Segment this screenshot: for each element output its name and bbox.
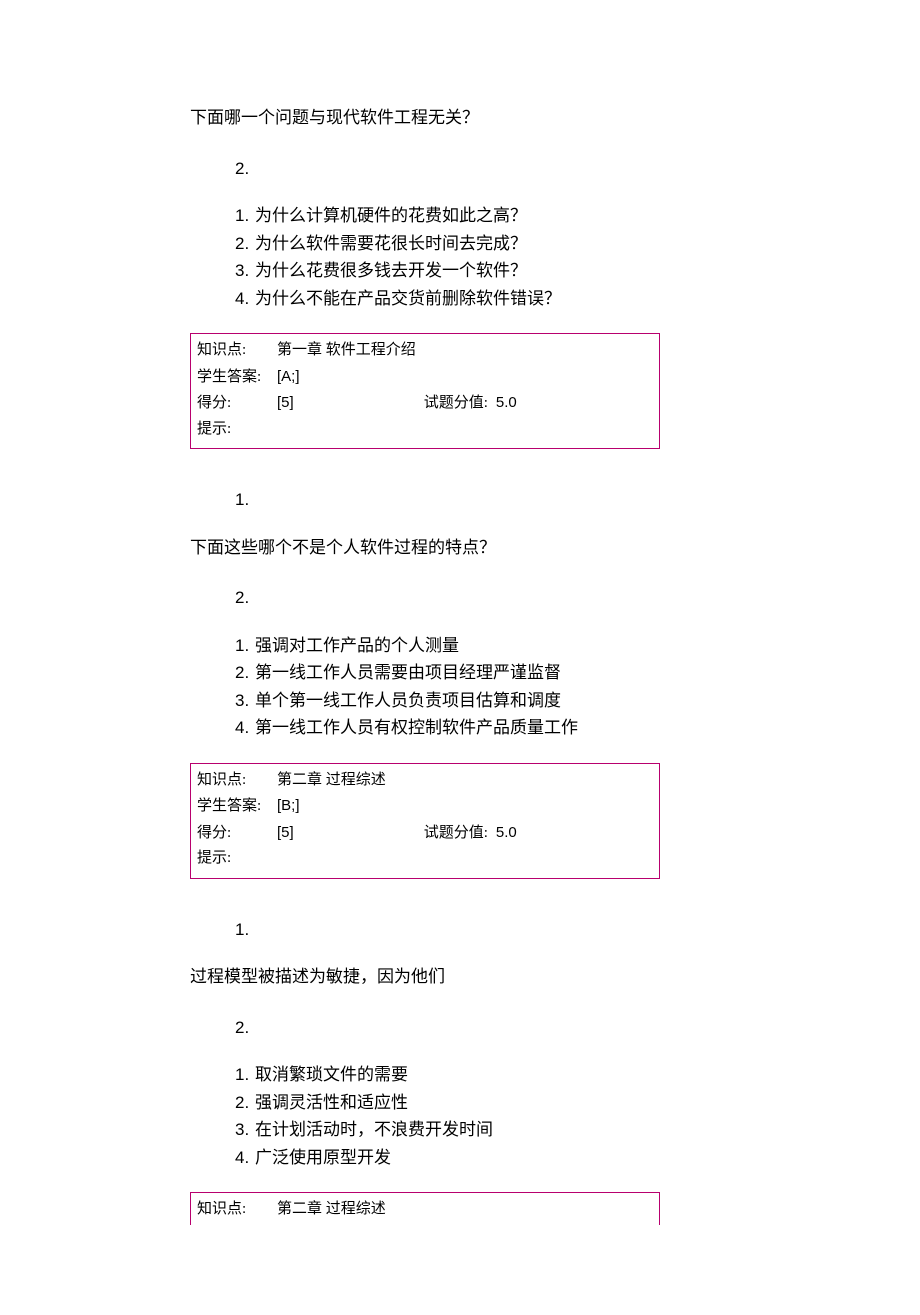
answer-meta-box: 知识点: 第一章 软件工程介绍 学生答案: [A;] 得分: [5] 试题分值:… (190, 333, 660, 449)
score-value: [5] (277, 820, 294, 846)
knowledge-value: 第二章 过程综述 (277, 1197, 386, 1223)
option-number: 1. (235, 633, 255, 659)
option-text: 第一线工作人员有权控制软件产品质量工作 (255, 718, 578, 737)
option-text: 取消繁琐文件的需要 (255, 1065, 408, 1084)
hint-row: 提示: (197, 417, 653, 443)
question-stem: 过程模型被描述为敏捷，因为他们 (190, 964, 730, 990)
option-text: 为什么花费很多钱去开发一个软件？ (255, 261, 527, 280)
option: 3.在计划活动时，不浪费开发时间 (235, 1117, 730, 1143)
score-label: 得分: (197, 391, 277, 417)
hint-row: 提示: (197, 846, 653, 872)
knowledge-label: 知识点: (197, 768, 277, 794)
knowledge-row: 知识点: 第一章 软件工程介绍 (197, 338, 653, 364)
knowledge-value: 第一章 软件工程介绍 (277, 338, 416, 364)
question-stem: 下面哪一个问题与现代软件工程无关？ (190, 105, 730, 131)
options-list: 1.取消繁琐文件的需要 2.强调灵活性和适应性 3.在计划活动时，不浪费开发时间… (235, 1062, 730, 1170)
option-number: 1. (235, 1062, 255, 1088)
score-row: 得分: [5] 试题分值: 5.0 (197, 820, 653, 847)
options-list: 1.为什么计算机硬件的花费如此之高？ 2.为什么软件需要花很长时间去完成？ 3.… (235, 203, 730, 311)
knowledge-row: 知识点: 第二章 过程综述 (197, 1197, 653, 1223)
option-number: 3. (235, 1117, 255, 1143)
question-block: 1. 下面这些哪个不是个人软件过程的特点？ 2. 1.强调对工作产品的个人测量 … (190, 487, 730, 879)
knowledge-label: 知识点: (197, 338, 277, 364)
score-value: [5] (277, 390, 294, 416)
option-number: 3. (235, 258, 255, 284)
full-score-label: 试题分值: (424, 821, 488, 847)
option: 2.第一线工作人员需要由项目经理严谨监督 (235, 660, 730, 686)
sub-number: 2. (235, 585, 730, 611)
option: 1.为什么计算机硬件的花费如此之高？ (235, 203, 730, 229)
question-block: 1. 过程模型被描述为敏捷，因为他们 2. 1.取消繁琐文件的需要 2.强调灵活… (190, 917, 730, 1225)
student-answer-row: 学生答案: [A;] (197, 364, 653, 391)
hint-label: 提示: (197, 417, 277, 443)
option-text: 为什么不能在产品交货前删除软件错误？ (255, 289, 561, 308)
option-number: 2. (235, 231, 255, 257)
lead-number: 1. (235, 487, 730, 513)
score-row: 得分: [5] 试题分值: 5.0 (197, 390, 653, 417)
option-number: 2. (235, 1090, 255, 1116)
option: 1.强调对工作产品的个人测量 (235, 633, 730, 659)
option: 4.为什么不能在产品交货前删除软件错误？ (235, 286, 730, 312)
answer-meta-box: 知识点: 第二章 过程综述 (190, 1192, 660, 1225)
sub-number: 2. (235, 156, 730, 182)
answer-meta-box: 知识点: 第二章 过程综述 学生答案: [B;] 得分: [5] 试题分值: 5… (190, 763, 660, 879)
student-answer-value: [B;] (277, 793, 300, 819)
option-text: 在计划活动时，不浪费开发时间 (255, 1120, 493, 1139)
sub-number: 2. (235, 1015, 730, 1041)
option-number: 4. (235, 1145, 255, 1171)
option-text: 广泛使用原型开发 (255, 1148, 391, 1167)
option: 2.强调灵活性和适应性 (235, 1090, 730, 1116)
option-number: 4. (235, 715, 255, 741)
option: 3.为什么花费很多钱去开发一个软件？ (235, 258, 730, 284)
option: 3.单个第一线工作人员负责项目估算和调度 (235, 688, 730, 714)
option-number: 3. (235, 688, 255, 714)
lead-number: 1. (235, 917, 730, 943)
full-score-label: 试题分值: (424, 391, 488, 417)
student-answer-value: [A;] (277, 364, 300, 390)
knowledge-label: 知识点: (197, 1197, 277, 1223)
student-answer-label: 学生答案: (197, 365, 277, 391)
question-stem: 下面这些哪个不是个人软件过程的特点？ (190, 535, 730, 561)
option: 4.第一线工作人员有权控制软件产品质量工作 (235, 715, 730, 741)
knowledge-row: 知识点: 第二章 过程综述 (197, 768, 653, 794)
option-text: 为什么计算机硬件的花费如此之高？ (255, 206, 527, 225)
options-list: 1.强调对工作产品的个人测量 2.第一线工作人员需要由项目经理严谨监督 3.单个… (235, 633, 730, 741)
student-answer-row: 学生答案: [B;] (197, 793, 653, 820)
option: 2.为什么软件需要花很长时间去完成？ (235, 231, 730, 257)
option: 1.取消繁琐文件的需要 (235, 1062, 730, 1088)
option: 4.广泛使用原型开发 (235, 1145, 730, 1171)
full-score-value: 5.0 (496, 390, 517, 416)
option-text: 单个第一线工作人员负责项目估算和调度 (255, 691, 561, 710)
option-text: 强调对工作产品的个人测量 (255, 636, 459, 655)
knowledge-value: 第二章 过程综述 (277, 768, 386, 794)
option-text: 强调灵活性和适应性 (255, 1093, 408, 1112)
student-answer-label: 学生答案: (197, 794, 277, 820)
option-text: 为什么软件需要花很长时间去完成？ (255, 234, 527, 253)
option-number: 1. (235, 203, 255, 229)
option-number: 4. (235, 286, 255, 312)
option-number: 2. (235, 660, 255, 686)
hint-label: 提示: (197, 846, 277, 872)
full-score-value: 5.0 (496, 820, 517, 846)
score-label: 得分: (197, 821, 277, 847)
question-block: 下面哪一个问题与现代软件工程无关？ 2. 1.为什么计算机硬件的花费如此之高？ … (190, 105, 730, 449)
option-text: 第一线工作人员需要由项目经理严谨监督 (255, 663, 561, 682)
page-content: 下面哪一个问题与现代软件工程无关？ 2. 1.为什么计算机硬件的花费如此之高？ … (0, 0, 920, 1315)
